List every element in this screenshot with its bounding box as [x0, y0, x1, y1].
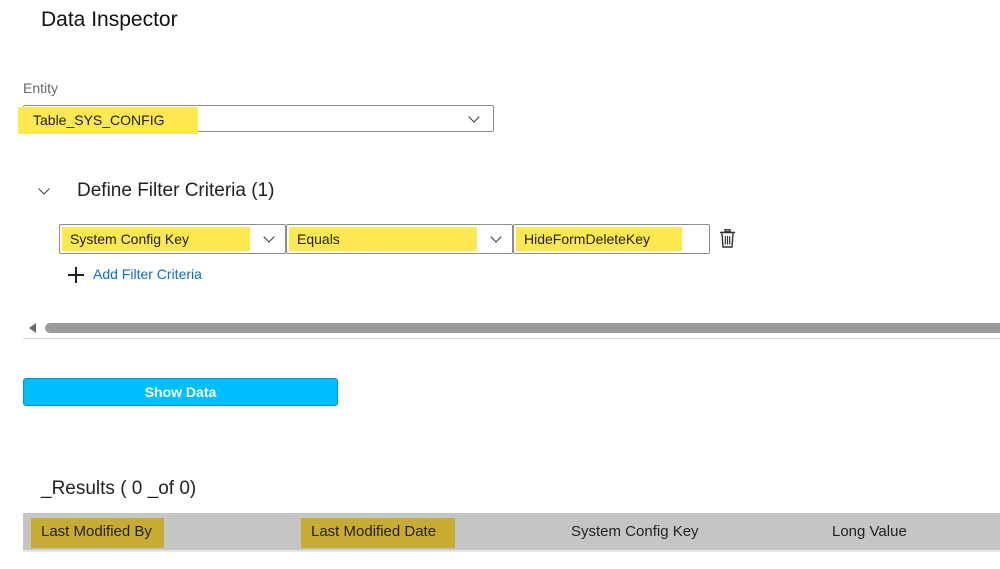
add-filter-criteria-label: Add Filter Criteria	[93, 266, 202, 282]
page-title: Data Inspector	[41, 8, 178, 31]
section-divider	[23, 338, 1000, 339]
filter-field-select[interactable]: System Config Key	[59, 224, 286, 254]
entity-label: Entity	[23, 80, 59, 96]
column-header-last-modified-by[interactable]: Last Modified By	[31, 518, 164, 548]
trash-icon[interactable]	[719, 229, 736, 248]
filter-collapse-toggle[interactable]	[36, 183, 54, 201]
plus-icon	[67, 266, 85, 284]
column-header-system-config-key[interactable]: System Config Key	[571, 518, 699, 548]
filter-section-title: Define Filter Criteria (1)	[77, 180, 275, 201]
results-table-header: Last Modified By Last Modified Date Syst…	[23, 513, 1000, 552]
filter-operator-value: Equals	[289, 227, 477, 251]
data-inspector-page: Data Inspector Entity Table_SYS_CONFIG D…	[0, 0, 1000, 569]
filter-field-value: System Config Key	[62, 227, 250, 251]
entity-select-value: Table_SYS_CONFIG	[18, 107, 198, 134]
chevron-down-icon	[490, 231, 502, 243]
chevron-down-icon	[468, 111, 480, 123]
chevron-down-icon	[38, 183, 50, 195]
column-header-last-modified-date[interactable]: Last Modified Date	[301, 518, 455, 548]
scrollbar-thumb[interactable]	[45, 323, 1000, 333]
filter-operator-select[interactable]: Equals	[286, 224, 513, 254]
chevron-down-icon	[263, 231, 275, 243]
results-title: _Results ( 0 _of 0)	[41, 478, 197, 499]
show-data-button[interactable]: Show Data	[23, 378, 338, 406]
filter-value-input[interactable]: HideFormDeleteKey	[513, 224, 710, 254]
horizontal-scrollbar[interactable]	[23, 320, 1000, 336]
column-header-long-value[interactable]: Long Value	[832, 518, 907, 548]
arrow-left-icon[interactable]	[29, 323, 36, 333]
entity-select[interactable]: Table_SYS_CONFIG	[18, 105, 494, 134]
filter-value-text: HideFormDeleteKey	[516, 227, 682, 251]
